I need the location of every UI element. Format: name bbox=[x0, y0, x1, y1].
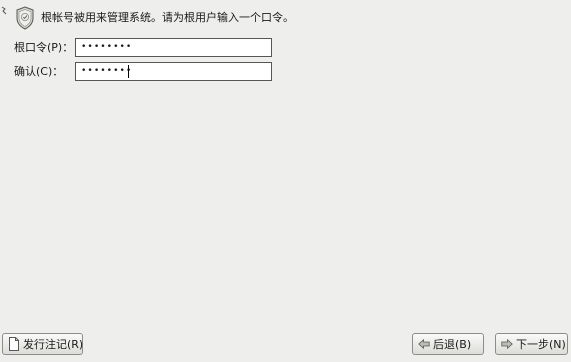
installer-page: { "intro": { "text": "根帐号被用来管理系统。请为根用户输入… bbox=[0, 0, 571, 362]
next-label: 下一步(N) bbox=[516, 338, 566, 351]
back-label: 后退(B) bbox=[433, 338, 472, 351]
text-cursor bbox=[128, 65, 129, 78]
release-notes-label: 发行注记(R) bbox=[23, 338, 84, 351]
next-button[interactable]: 下一步(N) bbox=[495, 333, 568, 355]
back-button[interactable]: 后退(B) bbox=[412, 333, 484, 355]
intro-message: 根帐号被用来管理系统。请为根用户输入一个口令。 bbox=[41, 11, 294, 24]
arrow-right-icon bbox=[501, 339, 513, 349]
release-notes-button[interactable]: 发行注记(R) bbox=[2, 333, 83, 355]
root-password-label: 根口令(P)： bbox=[14, 41, 74, 54]
document-icon bbox=[9, 337, 19, 351]
shield-icon bbox=[16, 6, 34, 30]
corner-mark-icon bbox=[1, 6, 7, 15]
confirm-password-input[interactable]: •••••••• bbox=[75, 62, 272, 81]
arrow-left-icon bbox=[418, 339, 430, 349]
root-password-value: •••••••• bbox=[81, 42, 133, 52]
confirm-password-label: 确认(C)： bbox=[14, 65, 64, 78]
confirm-password-value: •••••••• bbox=[81, 66, 133, 76]
root-password-input[interactable]: •••••••• bbox=[75, 38, 272, 57]
